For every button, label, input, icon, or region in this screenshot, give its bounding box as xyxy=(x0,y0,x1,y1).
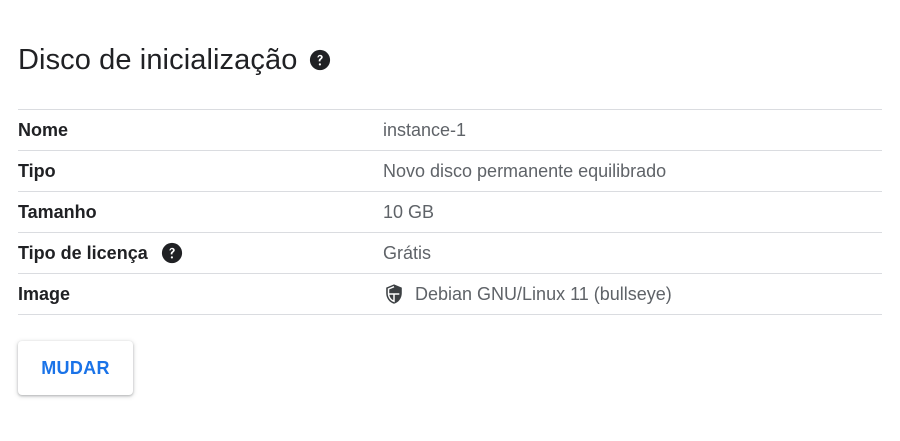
license-help-icon[interactable] xyxy=(161,242,183,264)
row-value: Novo disco permanente equilibrado xyxy=(383,160,667,181)
help-icon[interactable] xyxy=(309,49,331,71)
disk-details-table: Nome instance-1 Tipo Novo disco permanen… xyxy=(18,109,882,315)
row-value: instance-1 xyxy=(383,119,467,140)
row-label: Image xyxy=(18,283,71,304)
row-label-container: Tipo de licença xyxy=(18,242,383,264)
row-value: 10 GB xyxy=(383,201,435,222)
row-value-container: Debian GNU/Linux 11 (bullseye) xyxy=(383,283,672,305)
row-value: Debian GNU/Linux 11 (bullseye) xyxy=(415,283,672,304)
row-label: Tamanho xyxy=(18,201,97,222)
row-label: Tipo xyxy=(18,160,56,181)
table-row-name: Nome instance-1 xyxy=(18,110,882,151)
row-label: Tipo de licença xyxy=(18,242,148,263)
section-header: Disco de inicialização xyxy=(18,38,331,82)
table-row-image: Image Debian GNU/Linux 11 (bullseye) xyxy=(18,274,882,315)
table-row-type: Tipo Novo disco permanente equilibrado xyxy=(18,151,882,192)
shield-icon xyxy=(383,283,405,305)
section-title: Disco de inicialização xyxy=(18,43,298,76)
row-label: Nome xyxy=(18,119,69,140)
table-row-license: Tipo de licença Grátis xyxy=(18,233,882,274)
change-button[interactable]: MUDAR xyxy=(18,341,133,395)
row-value: Grátis xyxy=(383,242,432,263)
table-row-size: Tamanho 10 GB xyxy=(18,192,882,233)
